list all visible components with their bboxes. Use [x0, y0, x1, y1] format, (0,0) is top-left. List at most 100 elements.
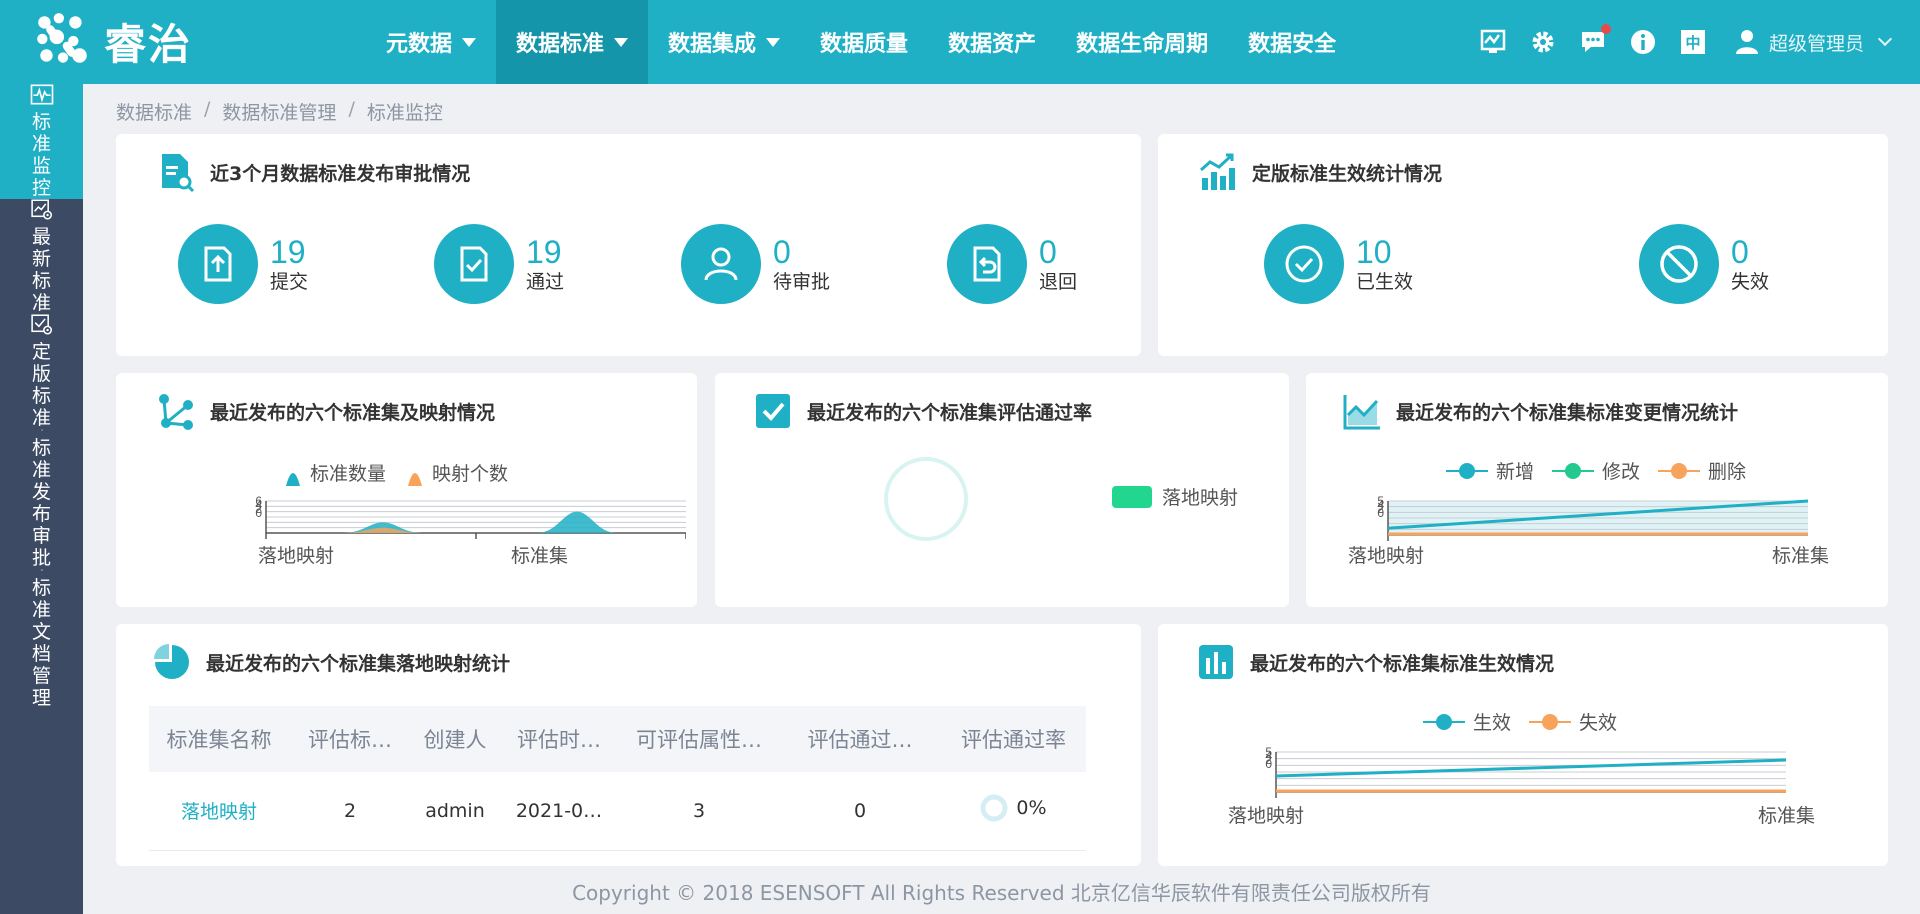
- sidebar-item-label: 定版标准: [31, 341, 51, 429]
- nav-data-integration[interactable]: 数据集成: [648, 0, 800, 84]
- check-file-icon: [460, 246, 488, 282]
- legend-item[interactable]: 修改: [1552, 457, 1640, 484]
- nav-label: 数据标准: [516, 32, 605, 57]
- network-icon: [159, 394, 193, 430]
- nav-metadata[interactable]: 元数据: [366, 0, 496, 84]
- stat-returned: 0 退回: [947, 224, 1077, 304]
- sidebar-item-standard-monitor[interactable]: 标准监控: [0, 84, 83, 199]
- stat-submitted: 19 提交: [178, 224, 308, 304]
- column-header[interactable]: 标准集名称: [149, 706, 289, 772]
- card-title: 最近发布的六个标准集及映射情况: [210, 401, 496, 424]
- column-header[interactable]: 评估标…: [289, 706, 411, 772]
- nav-label: 数据资产: [948, 32, 1037, 57]
- legend-item[interactable]: 失效: [1529, 708, 1617, 735]
- card-header: 定版标准生效统计情况: [1198, 152, 1442, 192]
- return-file-icon: [973, 246, 1001, 282]
- settings-button[interactable]: [1529, 28, 1557, 56]
- nav-data-security[interactable]: 数据安全: [1228, 0, 1356, 84]
- sidebar-item-document-management[interactable]: 标准文档管理: [0, 569, 83, 709]
- table-cell: admin: [411, 772, 499, 851]
- legend-label: 删除: [1708, 461, 1747, 483]
- nav-label: 元数据: [386, 32, 453, 57]
- legend-label: 映射个数: [432, 463, 509, 485]
- nav-data-lifecycle[interactable]: 数据生命周期: [1056, 0, 1228, 84]
- pass-rate-card: 最近发布的六个标准集评估通过率 落地映射: [715, 373, 1289, 607]
- breadcrumb-item[interactable]: 数据标准管理: [222, 98, 336, 125]
- info-icon: [1630, 30, 1655, 54]
- chart-legend: 标准数量 映射个数: [286, 459, 508, 486]
- user-icon: [1735, 30, 1758, 54]
- gear-icon: [1532, 31, 1554, 53]
- stat-icon-circle: [947, 224, 1027, 304]
- column-header[interactable]: 创建人: [411, 706, 499, 772]
- person-icon: [704, 247, 738, 281]
- legend-item[interactable]: 映射个数: [408, 459, 508, 486]
- stat-effective: 10 已生效: [1264, 224, 1413, 304]
- legend-label: 失效: [1579, 712, 1618, 734]
- chart-legend[interactable]: 落地映射: [1112, 483, 1238, 510]
- stat-value: 0: [1039, 234, 1057, 270]
- card-title: 最近发布的六个标准集标准生效情况: [1250, 652, 1555, 675]
- table-cell: 0: [779, 772, 941, 851]
- y-tick-label: 0: [1265, 757, 1272, 771]
- logo[interactable]: 睿治: [32, 10, 192, 72]
- language-button[interactable]: 中: [1679, 28, 1707, 56]
- nav-label: 数据质量: [820, 32, 909, 57]
- monitor-tool-button[interactable]: [1479, 28, 1507, 56]
- user-name: 超级管理员: [1768, 32, 1864, 55]
- info-button[interactable]: [1629, 28, 1657, 56]
- legend-item[interactable]: 删除: [1658, 457, 1746, 484]
- legend-item[interactable]: 新增: [1446, 457, 1534, 484]
- mapping-chart: 6420: [255, 494, 686, 539]
- check-circle-icon: [1285, 245, 1323, 283]
- card-header: 最近发布的六个标准集及映射情况: [156, 391, 495, 431]
- sidebar-item-latest-standard[interactable]: 最新标准: [0, 199, 83, 314]
- x-tick-label: 标准集: [1772, 545, 1830, 567]
- document-search-icon: [162, 154, 195, 192]
- stat-label: 退回: [1039, 271, 1078, 293]
- column-header[interactable]: 评估通过率: [941, 706, 1086, 772]
- caret-down-icon: [462, 37, 477, 47]
- table-row: 落地映射 2 admin 2021-0… 3 0 0%: [149, 772, 1086, 851]
- stat-approved: 19 通过: [434, 224, 564, 304]
- nav-label: 数据集成: [668, 32, 757, 57]
- column-header[interactable]: 评估通过…: [779, 706, 941, 772]
- pie-chart-icon: [154, 644, 189, 679]
- breadcrumb-item[interactable]: 数据标准: [116, 98, 192, 125]
- legend-item[interactable]: 标准数量: [286, 459, 386, 486]
- breadcrumb-separator: /: [348, 98, 355, 120]
- legend-label: 落地映射: [1162, 487, 1239, 509]
- edit-doc-icon: [40, 429, 43, 431]
- toolbar: 中 超级管理员: [1479, 0, 1893, 84]
- standard-set-link[interactable]: 落地映射: [149, 772, 289, 851]
- sidebar-item-publish-approval[interactable]: 标准发布审批: [0, 429, 83, 569]
- user-menu[interactable]: 超级管理员: [1735, 29, 1893, 56]
- nav-data-standard[interactable]: 数据标准: [496, 0, 649, 84]
- stat-value: 10: [1356, 234, 1392, 270]
- check-gear-icon: [30, 314, 52, 335]
- series-line[interactable]: [1275, 758, 1787, 778]
- legend-label: 修改: [1602, 461, 1641, 483]
- nav-data-assets[interactable]: 数据资产: [928, 0, 1056, 84]
- legend-label: 生效: [1473, 712, 1512, 734]
- stat-pending: 0 待审批: [681, 224, 830, 304]
- ban-icon: [1660, 245, 1698, 283]
- nav-data-quality[interactable]: 数据质量: [800, 0, 928, 84]
- area-chart-icon: [1343, 395, 1380, 430]
- card-header: 最近发布的六个标准集评估通过率: [753, 391, 1092, 431]
- sidebar-item-final-standard[interactable]: 定版标准: [0, 314, 83, 429]
- messages-button[interactable]: [1579, 24, 1611, 56]
- sidebar-item-label: 最新标准: [31, 226, 51, 314]
- stat-icon-circle: [178, 224, 258, 304]
- mapping-chart-card: 最近发布的六个标准集及映射情况 标准数量 映射个数 6420 落地映射 标准集: [116, 373, 697, 607]
- notification-dot: [1600, 24, 1611, 34]
- upload-file-icon: [204, 246, 232, 282]
- column-header[interactable]: 可评估属性…: [619, 706, 779, 772]
- logo-icon: [37, 13, 87, 63]
- stat-value: 19: [526, 234, 562, 270]
- pass-rate-cell: 0%: [941, 772, 1086, 851]
- nav-label: 数据生命周期: [1076, 32, 1209, 57]
- card-header: 最近发布的六个标准集落地映射统计: [152, 642, 510, 682]
- column-header[interactable]: 评估时…: [499, 706, 619, 772]
- legend-item[interactable]: 生效: [1423, 708, 1511, 735]
